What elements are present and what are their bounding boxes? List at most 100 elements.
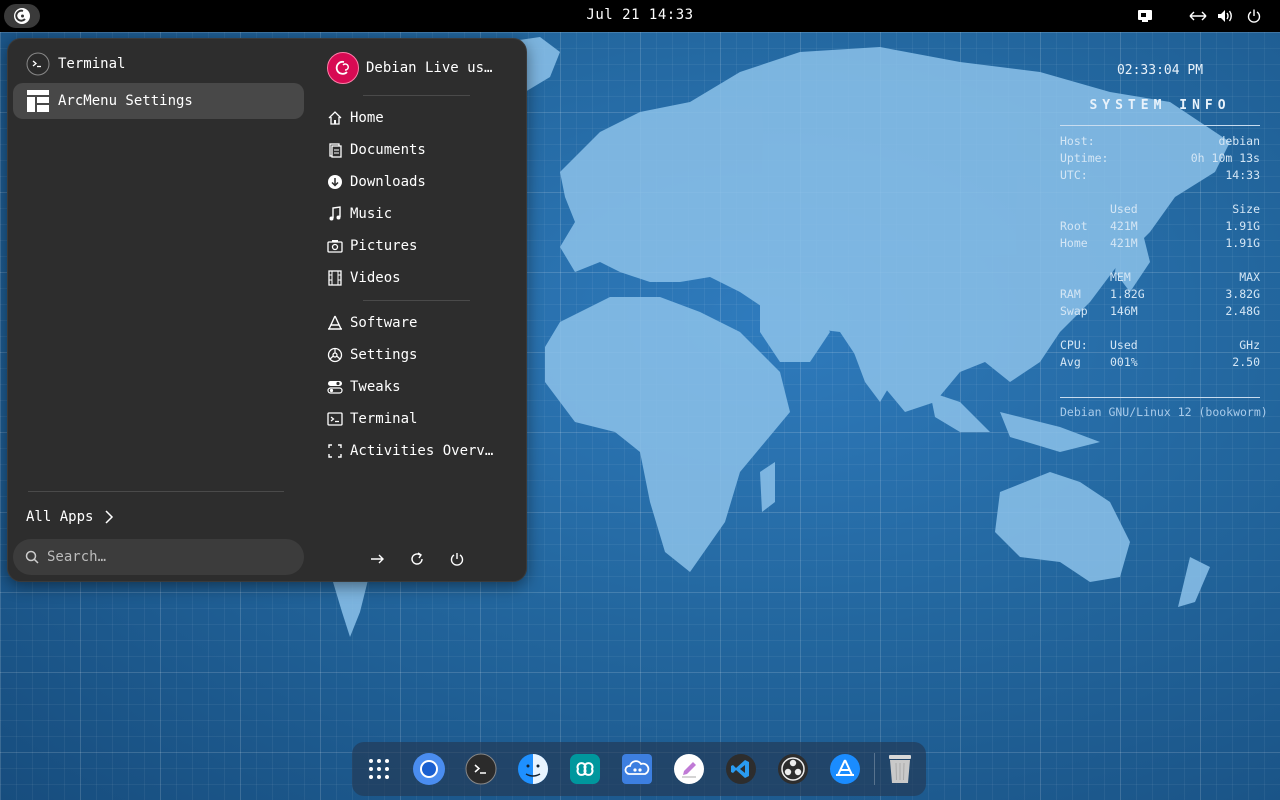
place-label: Home <box>350 110 384 126</box>
dock-software-store[interactable] <box>828 752 862 786</box>
place-label: Pictures <box>350 238 418 254</box>
user-account-button[interactable]: Debian Live us… <box>327 49 523 87</box>
conky-time: 02:33:04 PM <box>1116 63 1204 78</box>
host-value: debian <box>1218 134 1260 148</box>
trash-icon <box>889 755 911 783</box>
uptime-value: 0h 10m 13s <box>1190 151 1260 165</box>
app-item-terminal[interactable]: Terminal <box>13 46 304 82</box>
place-music[interactable]: Music <box>327 199 523 229</box>
power-off-button[interactable] <box>442 544 472 574</box>
dock-terminal[interactable] <box>464 752 498 786</box>
avg-ghz: 2.50 <box>1232 355 1260 369</box>
swap-max: 2.48G <box>1225 304 1260 318</box>
dock-cloud-app[interactable] <box>620 752 654 786</box>
app-item-label: Terminal <box>58 56 126 72</box>
shortcut-terminal[interactable]: Terminal <box>327 404 523 434</box>
root-size: 1.91G <box>1225 219 1260 233</box>
shortcut-software[interactable]: Software <box>327 308 523 338</box>
shortcut-activities-overview[interactable]: Activities Overv… <box>327 436 523 466</box>
utc-label: UTC: <box>1060 168 1088 182</box>
host-label: Host: <box>1060 134 1095 148</box>
app-item-arcmenu-settings[interactable]: ArcMenu Settings <box>13 83 304 119</box>
search-input[interactable] <box>47 549 277 565</box>
ram-used: 1.82G <box>1110 287 1145 301</box>
places-pane: Debian Live us… Home Documents Downloads <box>318 39 528 581</box>
avatar <box>327 52 359 84</box>
dock-text-editor[interactable] <box>672 752 706 786</box>
obs-icon <box>778 754 808 784</box>
search-field[interactable] <box>13 539 304 575</box>
place-home[interactable]: Home <box>327 103 523 133</box>
place-pictures[interactable]: Pictures <box>327 231 523 261</box>
dock-separator <box>874 753 875 785</box>
film-icon <box>327 270 343 286</box>
power-menu-button[interactable] <box>1247 8 1261 24</box>
dock-obs-studio[interactable] <box>776 752 810 786</box>
shortcut-settings[interactable]: Settings <box>327 340 523 370</box>
logout-button[interactable] <box>362 544 392 574</box>
utc-value: 14:33 <box>1225 168 1260 182</box>
network-icon <box>1189 11 1207 21</box>
place-documents[interactable]: Documents <box>327 135 523 165</box>
network-indicator[interactable] <box>1189 8 1207 24</box>
home-used: 421M <box>1110 236 1138 250</box>
volume-icon <box>1218 10 1232 22</box>
place-label: Music <box>350 206 393 222</box>
dock-vscode[interactable] <box>724 752 758 786</box>
app-grid-icon <box>369 759 389 779</box>
volume-indicator[interactable] <box>1217 8 1235 24</box>
logout-icon <box>371 554 384 564</box>
shortcut-label: Settings <box>350 347 418 363</box>
calendar-button[interactable] <box>580 4 700 28</box>
top-bar: Jul 21 14:33 <box>0 0 1280 32</box>
mem-header-row: MEM MAX <box>1060 270 1260 285</box>
settings-icon <box>327 347 343 363</box>
arcmenu-popup: Terminal ArcMenu Settings All Apps Searc… <box>7 38 527 582</box>
music-icon <box>327 206 343 222</box>
cpu-ghz-header: GHz <box>1239 338 1260 352</box>
restart-button[interactable] <box>402 544 432 574</box>
downloads-icon <box>327 174 343 190</box>
chromium-icon <box>413 753 445 785</box>
home-row: Home 421M 1.91G <box>1060 236 1260 251</box>
dock-chromium[interactable] <box>412 752 446 786</box>
root-row: Root 421M 1.91G <box>1060 219 1260 234</box>
arcmenu-settings-icon <box>27 90 49 112</box>
ram-label: RAM <box>1060 287 1081 301</box>
max-header: MAX <box>1239 270 1260 284</box>
home-size: 1.91G <box>1225 236 1260 250</box>
documents-icon <box>327 142 343 158</box>
cpu-header-row: CPU: Used GHz <box>1060 338 1260 353</box>
debian-logo-icon <box>14 8 30 24</box>
dock-trash[interactable] <box>883 752 917 786</box>
app-store-icon <box>830 754 860 784</box>
terminal-icon <box>327 411 343 427</box>
shortcut-tweaks[interactable]: Tweaks <box>327 372 523 402</box>
place-videos[interactable]: Videos <box>327 263 523 293</box>
all-apps-label: All Apps <box>26 509 94 525</box>
search-icon <box>25 550 39 564</box>
disk-header-row: Used Size <box>1060 202 1260 217</box>
home-label: Home <box>1060 236 1088 250</box>
dock <box>352 742 926 796</box>
activities-icon <box>327 443 343 459</box>
pencil-icon <box>674 754 704 784</box>
cpu-avg-row: Avg 001% 2.50 <box>1060 355 1260 370</box>
avg-used: 001% <box>1110 355 1138 369</box>
cloud-icon <box>622 754 652 784</box>
dock-files[interactable] <box>516 752 550 786</box>
ram-max: 3.82G <box>1225 287 1260 301</box>
swap-row: Swap 146M 2.48G <box>1060 304 1260 319</box>
arcmenu-button[interactable] <box>4 4 40 28</box>
user-name: Debian Live us… <box>366 60 493 76</box>
place-label: Videos <box>350 270 401 286</box>
screen-share-indicator[interactable] <box>1137 8 1153 24</box>
dock-show-apps[interactable] <box>362 752 396 786</box>
dock-arduino[interactable] <box>568 752 602 786</box>
utc-row: UTC: 14:33 <box>1060 168 1260 183</box>
place-downloads[interactable]: Downloads <box>327 167 523 197</box>
debian-logo-icon <box>335 60 349 75</box>
all-apps-button[interactable]: All Apps <box>13 501 143 533</box>
arduino-icon <box>570 754 600 784</box>
app-item-label: ArcMenu Settings <box>58 93 193 109</box>
